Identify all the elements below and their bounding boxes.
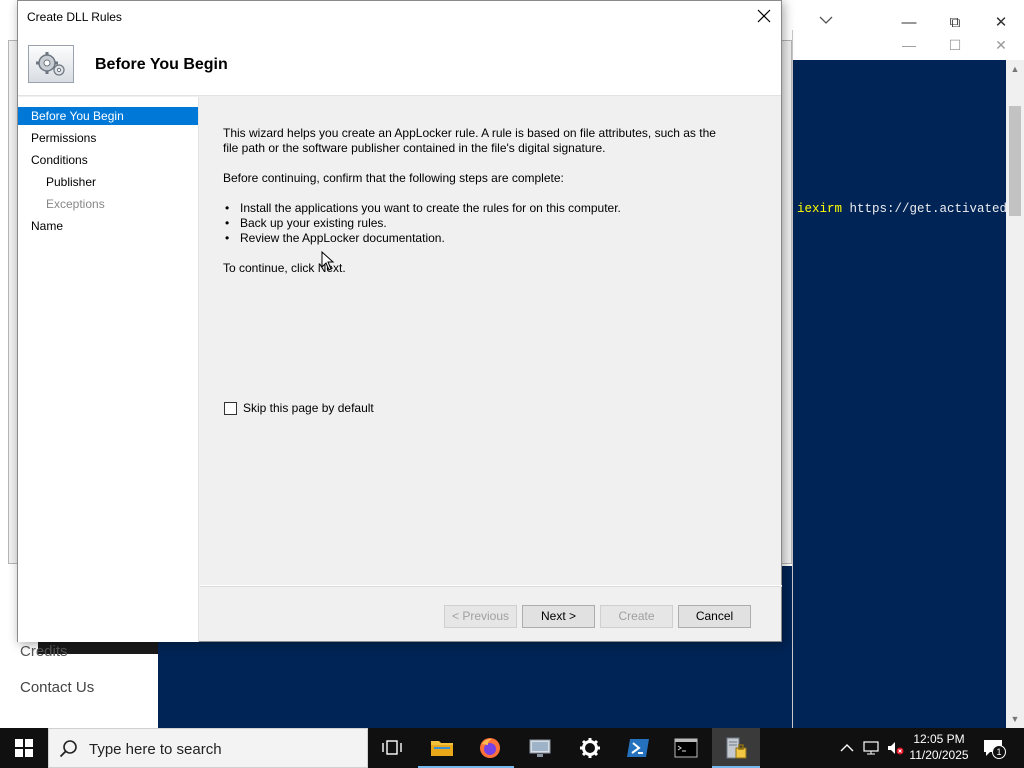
- scrollbar-thumb[interactable]: [1009, 106, 1021, 216]
- nav-item-permissions[interactable]: Permissions: [18, 129, 198, 147]
- minimize-icon[interactable]: —: [886, 30, 932, 60]
- powershell-button[interactable]: [614, 728, 662, 768]
- wizard-button-bar: < Previous Next > Create Cancel: [200, 585, 782, 642]
- credits-link[interactable]: Credits: [20, 643, 68, 660]
- firefox-button[interactable]: [466, 728, 514, 768]
- settings-button[interactable]: [566, 728, 614, 768]
- console-argument: https://get.activated.: [842, 202, 1007, 216]
- powershell-window: — ☐ ✕ iexirm https://get.activated. ▲ ▼: [792, 30, 1024, 728]
- list-item: Back up your existing rules.: [223, 216, 621, 231]
- skip-page-checkbox[interactable]: [224, 401, 237, 415]
- chevron-down-icon[interactable]: [818, 12, 834, 28]
- dialog-titlebar[interactable]: Create DLL Rules: [18, 1, 781, 32]
- command-prompt-button[interactable]: [662, 728, 710, 768]
- before-continuing-text: Before continuing, confirm that the foll…: [223, 171, 564, 185]
- folder-icon: [431, 741, 453, 756]
- scroll-down-icon[interactable]: ▼: [1010, 714, 1020, 724]
- network-icon[interactable]: [862, 740, 880, 756]
- powershell-icon: [627, 739, 649, 757]
- nav-item-publisher[interactable]: Publisher: [18, 173, 198, 191]
- file-explorer-button[interactable]: [418, 728, 466, 768]
- console-line: iexirm https://get.activated.: [797, 202, 1007, 216]
- command-prompt-icon: [674, 738, 698, 758]
- taskbar: Type here to search 12:05 PM 11/20/2025 …: [0, 728, 1024, 768]
- nav-item-before-you-begin[interactable]: Before You Begin: [18, 107, 198, 125]
- nav-item-name[interactable]: Name: [18, 217, 198, 235]
- wizard-content: This wizard helps you create an AppLocke…: [200, 97, 782, 585]
- gear-icon: [28, 45, 74, 83]
- continue-text: To continue, click Next.: [223, 261, 346, 275]
- wizard-header: Before You Begin: [18, 32, 781, 96]
- task-view-button[interactable]: [368, 728, 416, 768]
- search-icon: [59, 740, 77, 758]
- previous-button[interactable]: < Previous: [444, 605, 517, 628]
- close-icon[interactable]: ✕: [978, 30, 1024, 60]
- contact-us-link[interactable]: Contact Us: [20, 679, 94, 696]
- cancel-button[interactable]: Cancel: [678, 605, 751, 628]
- list-item: Review the AppLocker documentation.: [223, 231, 621, 246]
- create-button[interactable]: Create: [600, 605, 673, 628]
- notifications-button[interactable]: 1: [980, 736, 1010, 760]
- remote-desktop-button[interactable]: [516, 728, 564, 768]
- server-manager-button[interactable]: [712, 728, 760, 768]
- search-placeholder: Type here to search: [89, 741, 222, 758]
- steps-list: Install the applications you want to cre…: [223, 201, 621, 246]
- start-button[interactable]: [0, 728, 48, 768]
- next-button[interactable]: Next >: [522, 605, 595, 628]
- nav-item-conditions[interactable]: Conditions: [18, 151, 198, 169]
- list-item: Install the applications you want to cre…: [223, 201, 621, 216]
- notification-count-badge: 1: [992, 745, 1006, 759]
- clock-date: 11/20/2025: [909, 748, 969, 762]
- skip-page-option[interactable]: Skip this page by default: [224, 401, 374, 415]
- console-command: iexirm: [797, 202, 843, 216]
- gear-icon: [580, 738, 600, 758]
- console-scrollbar[interactable]: ▲ ▼: [1006, 60, 1024, 728]
- server-manager-icon: [726, 737, 747, 759]
- dialog-title: Create DLL Rules: [27, 10, 122, 24]
- create-dll-rules-dialog: Create DLL Rules Before You Begin Before…: [17, 0, 782, 642]
- maximize-icon[interactable]: ☐: [932, 30, 978, 60]
- intro-text: This wizard helps you create an AppLocke…: [223, 126, 743, 156]
- remote-desktop-icon: [529, 739, 551, 757]
- task-view-icon: [382, 740, 402, 755]
- page-title: Before You Begin: [95, 56, 228, 73]
- scroll-up-icon[interactable]: ▲: [1010, 64, 1020, 74]
- taskbar-search-box[interactable]: Type here to search: [48, 728, 368, 768]
- intro-line: This wizard helps you create an AppLocke…: [223, 126, 716, 140]
- windows-logo-icon: [15, 739, 33, 757]
- skip-page-label[interactable]: Skip this page by default: [243, 401, 374, 415]
- close-icon[interactable]: [749, 1, 779, 31]
- powershell-console[interactable]: iexirm https://get.activated.: [793, 60, 1007, 728]
- firefox-icon: [480, 738, 500, 758]
- intro-line: file path or the software publisher cont…: [223, 141, 606, 155]
- wizard-step-list: Before You Begin Permissions Conditions …: [18, 97, 199, 642]
- clock-time: 12:05 PM: [913, 732, 965, 746]
- show-hidden-icons-icon[interactable]: [838, 740, 856, 756]
- nav-item-exceptions: Exceptions: [46, 197, 105, 211]
- system-clock[interactable]: 12:05 PM 11/20/2025: [900, 731, 978, 763]
